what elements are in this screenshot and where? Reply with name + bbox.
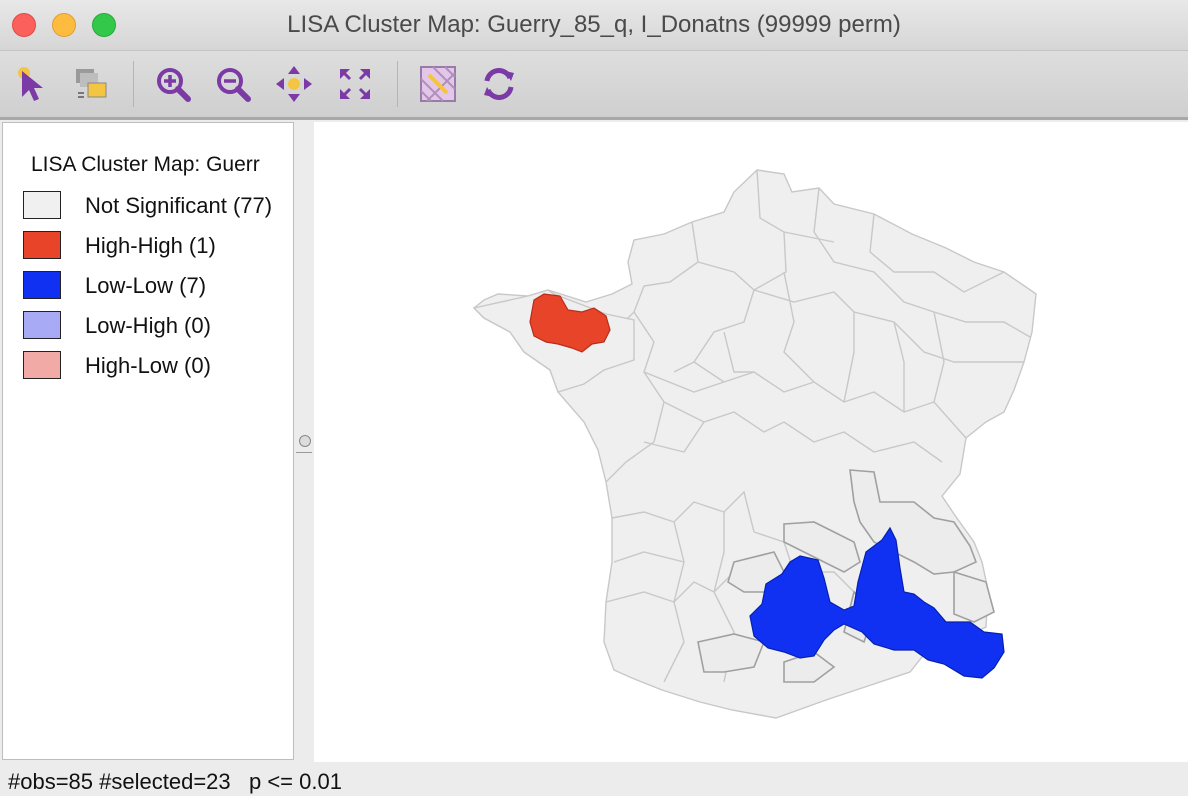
window-titlebar: LISA Cluster Map: Guerry_85_q, I_Donatns… [0, 0, 1188, 51]
refresh-button[interactable] [478, 63, 520, 105]
legend-item-low-high[interactable]: Low-High (0) [23, 311, 293, 343]
zoom-in-icon [157, 68, 191, 102]
legend-title: LISA Cluster Map: Guerr [31, 153, 260, 176]
toolbar-separator [133, 61, 134, 107]
legend-item-label: High-High (1) [85, 233, 216, 258]
select-tool-button[interactable] [12, 63, 54, 105]
refresh-icon [484, 68, 514, 100]
window-title: LISA Cluster Map: Guerry_85_q, I_Donatns… [287, 11, 901, 38]
fit-to-window-button[interactable] [334, 63, 376, 105]
select-mode-icon [76, 69, 107, 98]
map-canvas[interactable] [314, 122, 1188, 762]
fit-to-window-icon [340, 69, 370, 99]
legend-item-not-significant[interactable]: Not Significant (77) [23, 191, 293, 223]
basemap-button[interactable] [417, 63, 459, 105]
basemap-icon [420, 66, 456, 102]
pointer-icon [18, 67, 43, 101]
pan-icon [276, 66, 312, 102]
legend-item-low-low[interactable]: Low-Low (7) [23, 271, 293, 303]
legend-swatch [23, 191, 61, 219]
legend-swatch [23, 311, 61, 339]
splitter-line [296, 452, 312, 453]
zoom-out-button[interactable] [212, 63, 254, 105]
legend-swatch [23, 271, 61, 299]
selection-mode-button[interactable] [70, 63, 112, 105]
zoom-out-icon [217, 68, 251, 102]
map-toolbar [0, 51, 1188, 120]
splitter-handle[interactable] [299, 435, 311, 447]
legend-item-label: Low-Low (7) [85, 273, 207, 298]
legend-item-high-low[interactable]: High-Low (0) [23, 351, 293, 383]
zoom-in-button[interactable] [152, 63, 194, 105]
france-departments-map [472, 169, 1037, 719]
legend-item-label: Low-High (0) [85, 313, 211, 338]
legend-item-high-high[interactable]: High-High (1) [23, 231, 293, 263]
toolbar-separator [397, 61, 398, 107]
legend-swatch [23, 351, 61, 379]
legend-item-label: Not Significant (77) [85, 193, 273, 218]
status-bar: #obs=85 #selected=23 p <= 0.01 [0, 766, 1188, 796]
status-text: #obs=85 #selected=23 p <= 0.01 [8, 769, 342, 794]
legend-panel: LISA Cluster Map: Guerr Not Significant … [2, 122, 294, 760]
pan-button[interactable] [273, 63, 315, 105]
legend-swatch [23, 231, 61, 259]
legend-item-label: High-Low (0) [85, 353, 211, 378]
